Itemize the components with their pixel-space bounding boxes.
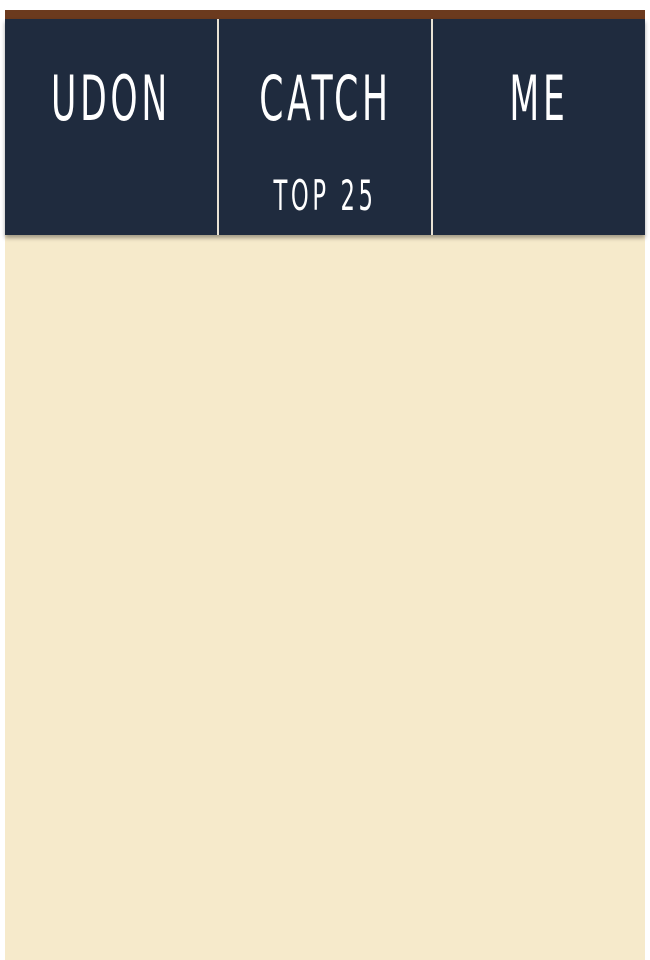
nav-tile-title: UDON <box>51 62 171 135</box>
nav-tile-title: ME <box>509 62 569 135</box>
nav-tile-me[interactable]: ME <box>431 19 645 235</box>
top-navigation: UDON CATCH TOP 25 ME <box>5 19 645 235</box>
nav-tile-subtitle: TOP 25 <box>273 171 377 220</box>
nav-tile-catch[interactable]: CATCH TOP 25 <box>217 19 431 235</box>
nav-tile-udon[interactable]: UDON <box>5 19 217 235</box>
page: UDON CATCH TOP 25 ME <box>0 0 650 960</box>
top-accent-bar <box>5 10 645 19</box>
nav-tile-title: CATCH <box>259 62 392 135</box>
